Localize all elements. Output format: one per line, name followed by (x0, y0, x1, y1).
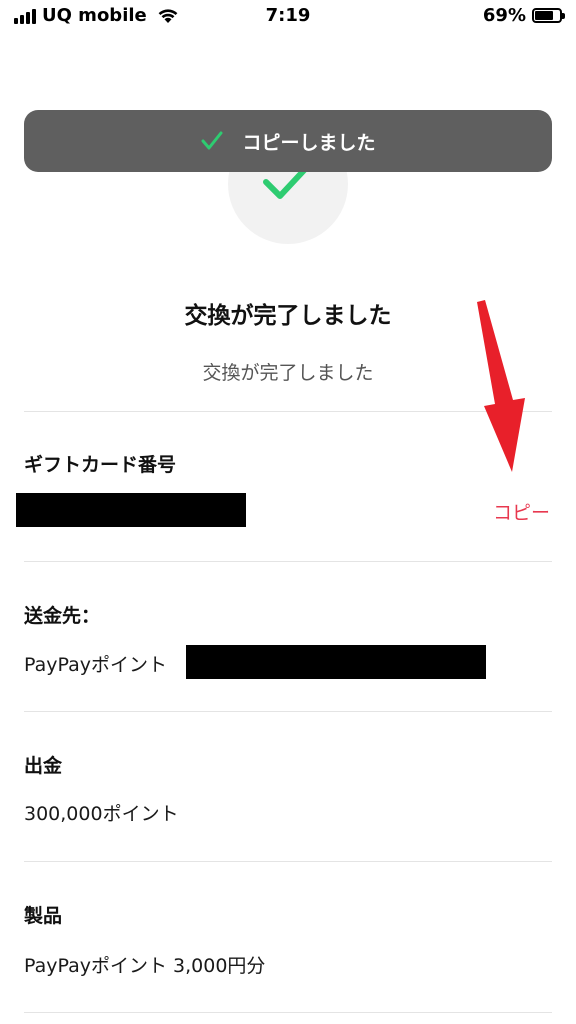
copied-toast: コピーしました (24, 110, 552, 172)
copy-button[interactable]: コピー (493, 498, 550, 525)
divider (24, 561, 552, 562)
status-bar: UQ mobile 7:19 69% (0, 0, 576, 34)
product-label: 製品 (24, 905, 63, 927)
product-value: PayPayポイント 3,000円分 (24, 955, 266, 977)
recipient-label: 送金先： (24, 605, 101, 627)
gift-card-label: ギフトカード番号 (24, 454, 177, 476)
withdrawal-value: 300,000ポイント (24, 803, 179, 825)
annotation-arrow-icon (477, 300, 525, 472)
status-bar-right: 69% (482, 5, 565, 26)
divider (24, 711, 552, 712)
battery-icon (532, 8, 565, 23)
divider (24, 1012, 552, 1013)
battery-percent: 69% (482, 5, 526, 26)
toast-check-icon (201, 131, 223, 150)
recipient-value: PayPayポイント (24, 654, 167, 676)
recipient-redacted (186, 645, 486, 679)
exchange-complete-screen: UQ mobile 7:19 69% コピーしました 交換が完了しました 交換が… (0, 0, 576, 1024)
gift-card-number-redacted (16, 493, 246, 527)
toast-message: コピーしました (242, 131, 376, 154)
divider (24, 861, 552, 862)
withdrawal-label: 出金 (24, 755, 63, 777)
